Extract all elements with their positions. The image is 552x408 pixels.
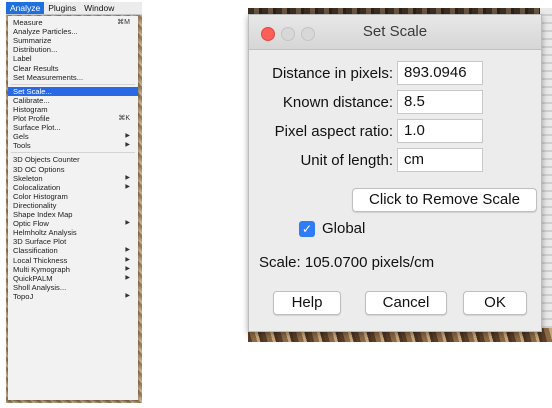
menu-item-label: Set Measurements... — [13, 72, 84, 82]
dialog-titlebar[interactable]: Set Scale — [249, 15, 541, 50]
help-button[interactable]: Help — [273, 291, 341, 315]
menu-item-shortcut: ⌘K — [118, 115, 130, 122]
menu-bar: Analyze Plugins Window — [6, 2, 142, 15]
menu-item-analyze-particles[interactable]: Analyze Particles... — [8, 27, 138, 36]
menu-item-color-histogram[interactable]: Color Histogram — [8, 192, 138, 201]
ok-button[interactable]: OK — [463, 291, 527, 315]
menu-item-label[interactable]: Label — [8, 54, 138, 63]
menu-item-tools[interactable]: Tools ▶ — [8, 141, 138, 150]
menu-item-measure[interactable]: Measure ⌘M — [8, 18, 138, 27]
menu-item-label: Local Thickness — [13, 255, 68, 265]
set-scale-dialog: Set Scale Distance in pixels: 893.0946 K… — [248, 14, 542, 332]
pixel-aspect-ratio-field[interactable]: 1.0 — [397, 119, 483, 143]
menu-item-clear-results[interactable]: Clear Results — [8, 64, 138, 73]
menu-item-sholl-analysis[interactable]: Sholl Analysis... — [8, 283, 138, 292]
menu-item-optic-flow[interactable]: Optic Flow ▶ — [8, 219, 138, 228]
menu-item-label: Optic Flow — [13, 219, 49, 229]
menu-item-3d-objects-counter[interactable]: 3D Objects Counter — [8, 155, 138, 164]
menu-item-gels[interactable]: Gels ▶ — [8, 132, 138, 141]
menu-item-histogram[interactable]: Histogram — [8, 105, 138, 114]
menu-item-label: QuickPALM — [13, 273, 53, 283]
menu-item-directionality[interactable]: Directionality — [8, 201, 138, 210]
known-distance-field[interactable]: 8.5 — [397, 90, 483, 114]
menu-item-shape-index-map[interactable]: Shape Index Map — [8, 210, 138, 219]
menu-item-plot-profile[interactable]: Plot Profile ⌘K — [8, 114, 138, 123]
menu-item-label: 3D OC Options — [13, 164, 65, 174]
menu-item-label: Measure — [13, 18, 43, 27]
submenu-arrow-icon: ▶ — [125, 247, 130, 254]
menu-item-label: Multi Kymograph — [13, 264, 70, 274]
menu-item-label: Surface Plot... — [13, 123, 61, 133]
global-label: Global — [322, 220, 366, 237]
menu-item-set-measurements[interactable]: Set Measurements... — [8, 73, 138, 82]
menu-item-classification[interactable]: Classification ▶ — [8, 246, 138, 255]
menu-item-label: Sholl Analysis... — [13, 282, 67, 292]
pixel-aspect-ratio-label: Pixel aspect ratio: — [274, 123, 393, 140]
menu-item-summarize[interactable]: Summarize — [8, 36, 138, 45]
menu-item-set-scale[interactable]: Set Scale... — [8, 86, 138, 96]
menu-item-skeleton[interactable]: Skeleton ▶ — [8, 174, 138, 183]
submenu-arrow-icon: ▶ — [125, 174, 130, 181]
distance-in-pixels-label: Distance in pixels: — [272, 65, 393, 82]
menu-item-label: Colocalization — [13, 182, 61, 192]
distance-in-pixels-field[interactable]: 893.0946 — [397, 61, 483, 85]
analyze-menu-window: Analyze Plugins Window Measure ⌘M Analyze … — [6, 2, 142, 403]
menu-item-label: Calibrate... — [13, 95, 50, 105]
submenu-arrow-icon: ▶ — [125, 220, 130, 227]
submenu-arrow-icon: ▶ — [125, 274, 130, 281]
submenu-arrow-icon: ▶ — [125, 292, 130, 299]
analyze-menu-panel: Measure ⌘M Analyze Particles... Summarize Di… — [8, 16, 138, 400]
unit-of-length-field[interactable]: cm — [397, 148, 483, 172]
menu-item-label: Histogram — [13, 104, 48, 114]
menu-item-colocalization[interactable]: Colocalization ▶ — [8, 183, 138, 192]
menubar-analyze[interactable]: Analyze — [6, 2, 45, 14]
scale-readout: Scale: 105.0700 pixels/cm — [259, 254, 435, 271]
unit-of-length-label: Unit of length: — [300, 152, 393, 169]
menu-separator — [11, 83, 135, 85]
submenu-arrow-icon: ▶ — [125, 142, 130, 149]
menu-item-label: Clear Results — [13, 63, 59, 73]
submenu-arrow-icon: ▶ — [125, 265, 130, 272]
menu-item-label: Analyze Particles... — [13, 27, 78, 37]
menu-item-quickpalm[interactable]: QuickPALM ▶ — [8, 274, 138, 283]
dialog-title: Set Scale — [362, 23, 428, 40]
menubar-plugins[interactable]: Plugins — [44, 2, 80, 14]
known-distance-label: Known distance: — [282, 94, 393, 111]
submenu-arrow-icon: ▶ — [125, 133, 130, 140]
menu-item-label: Summarize — [13, 36, 52, 46]
remove-scale-button[interactable]: Click to Remove Scale — [352, 188, 537, 212]
submenu-arrow-icon: ▶ — [125, 256, 130, 263]
menu-item-label: Color Histogram — [13, 191, 68, 201]
menu-item-helmholtz-analysis[interactable]: Helmholtz Analysis — [8, 228, 138, 237]
menu-item-label: Gels — [13, 132, 29, 142]
menu-item-label: Directionality — [13, 200, 57, 210]
cancel-button[interactable]: Cancel — [365, 291, 447, 315]
checkmark-icon: ✓ — [301, 222, 313, 236]
menu-item-3d-surface-plot[interactable]: 3D Surface Plot — [8, 237, 138, 246]
global-checkbox[interactable]: ✓ — [299, 221, 315, 237]
menu-item-shortcut: ⌘M — [117, 19, 130, 26]
menubar-window[interactable]: Window — [80, 2, 118, 14]
menu-item-label: 3D Objects Counter — [13, 155, 80, 165]
menu-item-label: Skeleton — [13, 173, 43, 183]
menu-item-label: Shape Index Map — [13, 210, 73, 219]
menu-item-label: Classification — [13, 246, 58, 256]
menu-item-multi-kymograph[interactable]: Multi Kymograph ▶ — [8, 265, 138, 274]
menu-item-label: Set Scale... — [13, 86, 52, 96]
submenu-arrow-icon: ▶ — [125, 183, 130, 190]
menu-item-label: Distribution... — [13, 45, 58, 55]
menu-item-calibrate[interactable]: Calibrate... — [8, 96, 138, 105]
menu-separator — [11, 152, 135, 154]
menu-item-local-thickness[interactable]: Local Thickness ▶ — [8, 256, 138, 265]
menu-item-label: Label — [13, 54, 32, 64]
menu-item-label: Helmholtz Analysis — [13, 228, 77, 238]
menu-item-label: Plot Profile — [13, 114, 50, 123]
menu-item-surface-plot[interactable]: Surface Plot... — [8, 123, 138, 132]
menu-item-label: 3D Surface Plot — [13, 237, 67, 247]
menu-item-distribution[interactable]: Distribution... — [8, 45, 138, 54]
menu-item-topoj[interactable]: TopoJ ▶ — [8, 292, 138, 301]
menu-item-label: Tools — [13, 141, 31, 151]
menu-item-3d-oc-options[interactable]: 3D OC Options — [8, 165, 138, 174]
menu-item-label: TopoJ — [13, 291, 34, 301]
